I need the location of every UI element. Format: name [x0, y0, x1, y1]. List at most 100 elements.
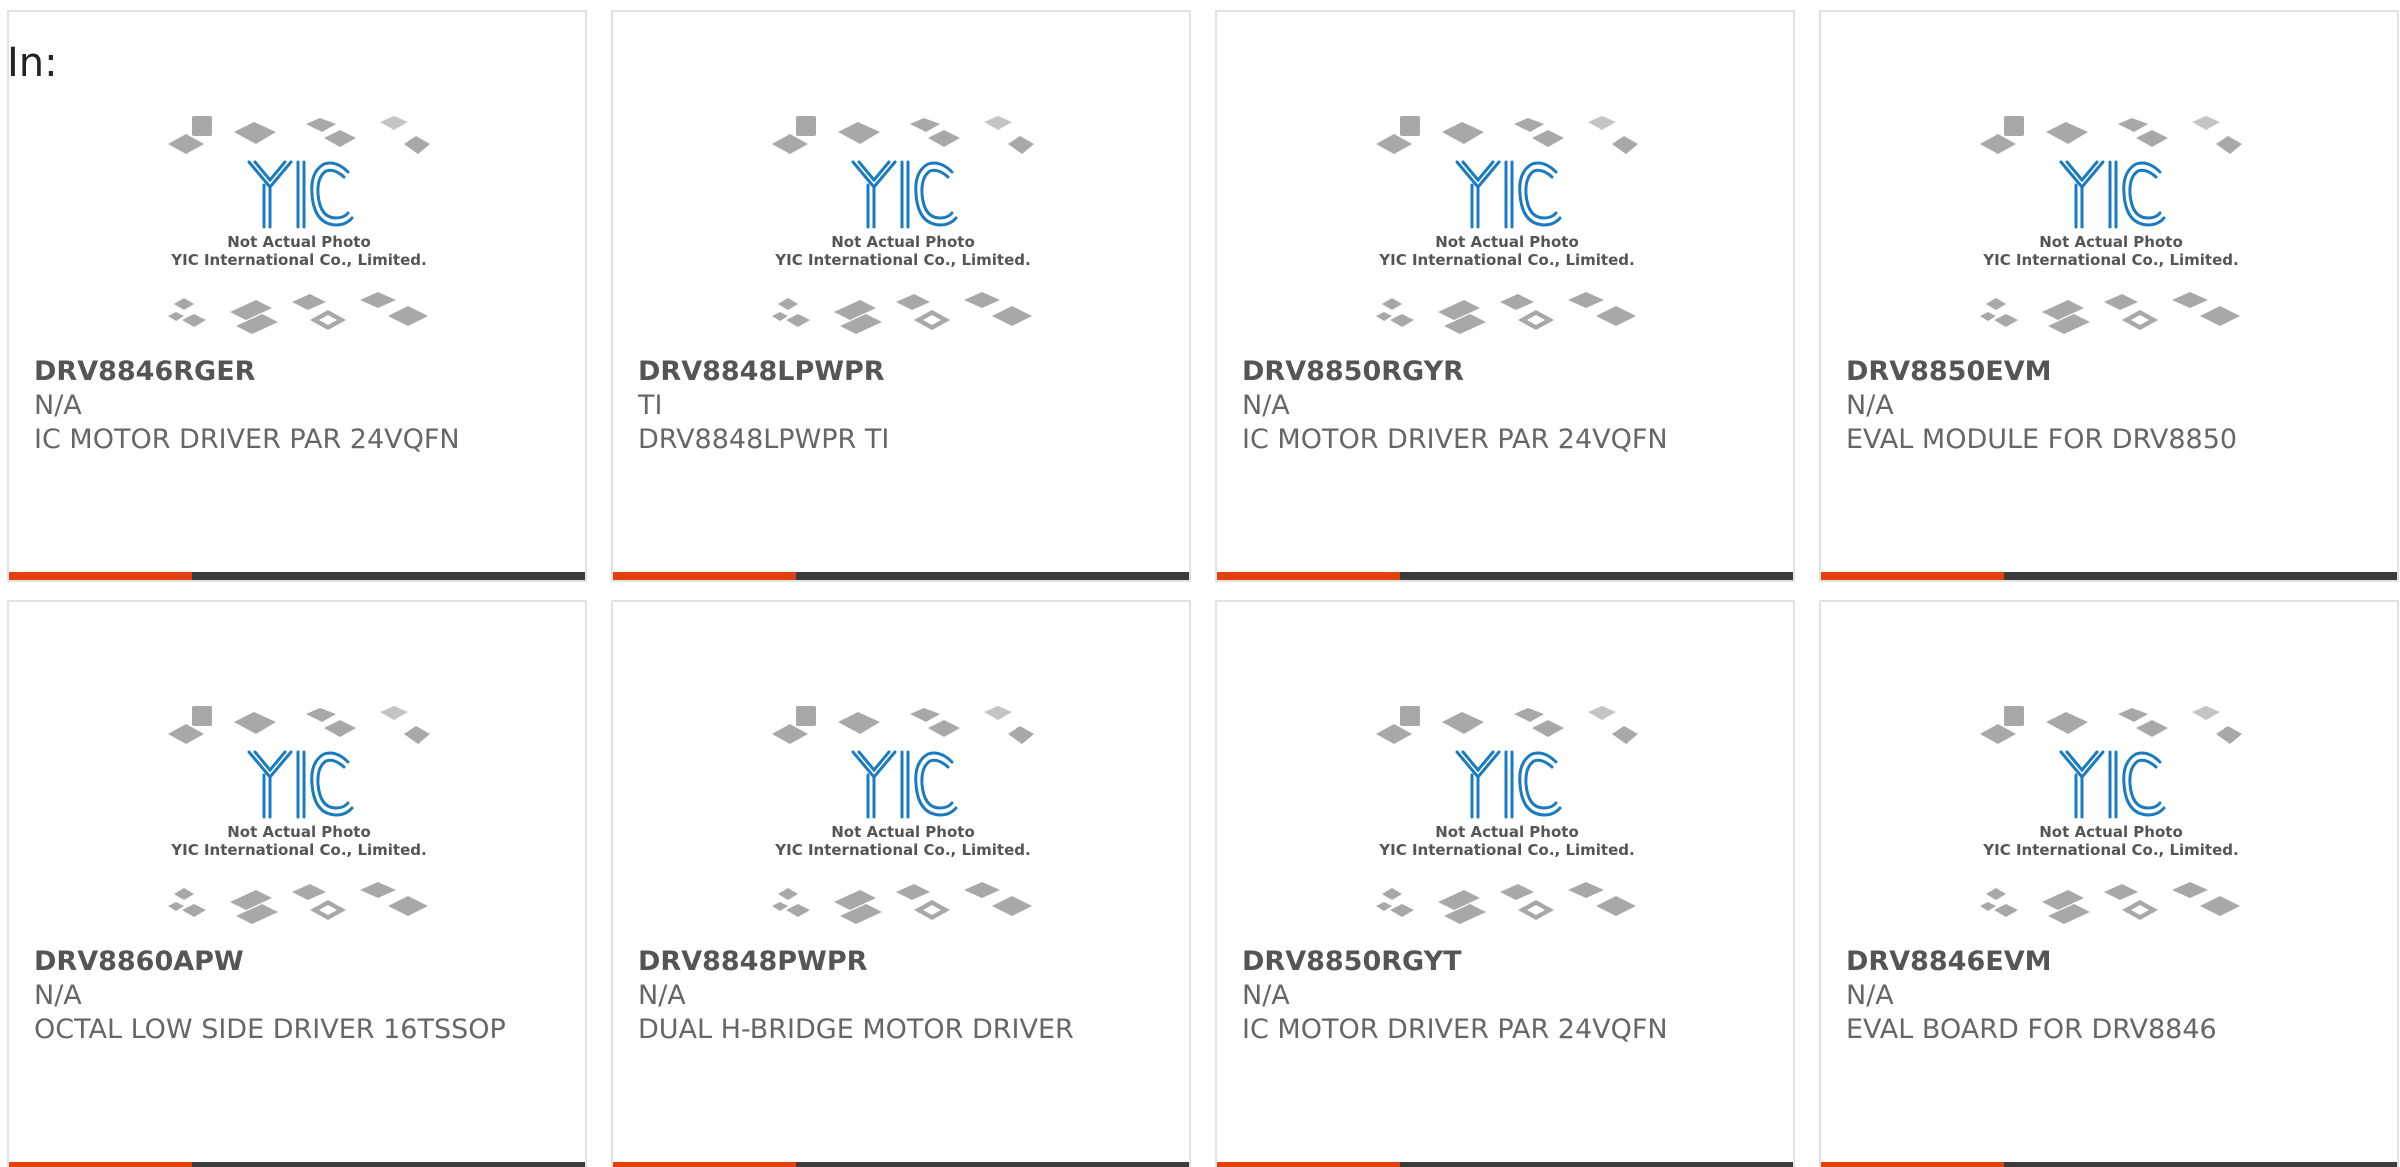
placeholder-line-1: Not Actual Photo — [831, 823, 975, 841]
product-description: IC MOTOR DRIVER PAR 24VQFN — [1242, 1014, 1668, 1045]
card-accent-bar — [9, 572, 192, 580]
product-info: DRV8850RGYR N/A IC MOTOR DRIVER PAR 24VQ… — [1242, 355, 1773, 457]
product-description: IC MOTOR DRIVER PAR 24VQFN — [34, 424, 460, 455]
chip-cluster-bottom — [168, 292, 428, 334]
product-grid-page: In: Not Actual Photo YIC International Co… — [0, 0, 2400, 1167]
yic-logo-icon — [247, 160, 354, 229]
product-description: EVAL MODULE FOR DRV8850 — [1846, 424, 2238, 455]
product-brand: N/A — [638, 980, 686, 1011]
product-brand: N/A — [34, 390, 82, 421]
placeholder-line-2: YIC International Co., Limited. — [170, 251, 426, 269]
product-info: DRV8848PWPR N/A DUAL H-BRIDGE MOTOR DRIV… — [638, 945, 1169, 1047]
product-card[interactable]: Not Actual Photo YIC International Co., L… — [7, 10, 587, 582]
chip-cluster-top — [1980, 706, 2242, 744]
product-name[interactable]: DRV8848LPWPR — [638, 355, 1169, 389]
card-bottom-bar — [9, 1162, 585, 1167]
placeholder-line-1: Not Actual Photo — [2039, 823, 2183, 841]
card-accent-bar — [9, 1162, 192, 1167]
product-description: OCTAL LOW SIDE DRIVER 16TSSOP — [34, 1014, 506, 1045]
chip-cluster-bottom — [1980, 292, 2240, 334]
yic-logo-icon — [2059, 160, 2166, 229]
product-description: DRV8848LPWPR TI — [638, 424, 890, 455]
card-accent-bar — [1821, 1162, 2004, 1167]
product-card[interactable]: Not Actual Photo YIC International Co., L… — [7, 600, 587, 1167]
placeholder-line-1: Not Actual Photo — [1435, 233, 1579, 251]
product-name[interactable]: DRV8850EVM — [1846, 355, 2377, 389]
product-placeholder-image[interactable]: Not Actual Photo YIC International Co., L… — [1372, 692, 1642, 937]
card-accent-bar — [1217, 572, 1400, 580]
product-brand: N/A — [1846, 390, 1894, 421]
filter-prefix-label: In: — [7, 40, 58, 86]
product-card[interactable]: Not Actual Photo YIC International Co., L… — [1215, 600, 1795, 1167]
chip-cluster-top — [168, 706, 430, 744]
placeholder-line-1: Not Actual Photo — [227, 823, 371, 841]
product-placeholder-image[interactable]: Not Actual Photo YIC International Co., L… — [768, 102, 1038, 347]
placeholder-line-1: Not Actual Photo — [1435, 823, 1579, 841]
product-description: DUAL H-BRIDGE MOTOR DRIVER — [638, 1014, 1074, 1045]
product-card[interactable]: Not Actual Photo YIC International Co., L… — [1215, 10, 1795, 582]
yic-logo-icon — [851, 750, 958, 819]
chip-cluster-bottom — [772, 882, 1032, 924]
card-accent-bar — [613, 572, 796, 580]
product-name[interactable]: DRV8860APW — [34, 945, 565, 979]
placeholder-line-1: Not Actual Photo — [2039, 233, 2183, 251]
product-placeholder-image[interactable]: Not Actual Photo YIC International Co., L… — [1976, 692, 2246, 937]
product-brand: N/A — [1242, 980, 1290, 1011]
product-brand: N/A — [1846, 980, 1894, 1011]
yic-logo-icon — [247, 750, 354, 819]
product-placeholder-image[interactable]: Not Actual Photo YIC International Co., L… — [768, 692, 1038, 937]
placeholder-line-2: YIC International Co., Limited. — [1982, 841, 2238, 859]
product-info: DRV8850RGYT N/A IC MOTOR DRIVER PAR 24VQ… — [1242, 945, 1773, 1047]
product-info: DRV8846EVM N/A EVAL BOARD FOR DRV8846 — [1846, 945, 2377, 1047]
card-accent-bar — [1217, 1162, 1400, 1167]
yic-logo-icon — [1455, 160, 1562, 229]
placeholder-line-1: Not Actual Photo — [227, 233, 371, 251]
product-description: IC MOTOR DRIVER PAR 24VQFN — [1242, 424, 1668, 455]
chip-cluster-bottom — [1376, 882, 1636, 924]
product-name[interactable]: DRV8850RGYT — [1242, 945, 1773, 979]
chip-cluster-bottom — [1980, 882, 2240, 924]
product-name[interactable]: DRV8850RGYR — [1242, 355, 1773, 389]
card-bottom-bar — [1821, 572, 2397, 580]
chip-cluster-bottom — [168, 882, 428, 924]
placeholder-line-2: YIC International Co., Limited. — [1982, 251, 2238, 269]
product-placeholder-image[interactable]: Not Actual Photo YIC International Co., L… — [164, 102, 434, 347]
product-card[interactable]: Not Actual Photo YIC International Co., L… — [611, 600, 1191, 1167]
product-info: DRV8846RGER N/A IC MOTOR DRIVER PAR 24VQ… — [34, 355, 565, 457]
card-bottom-bar — [613, 1162, 1189, 1167]
chip-cluster-top — [772, 116, 1034, 154]
yic-logo-icon — [851, 160, 958, 229]
product-brand: N/A — [34, 980, 82, 1011]
yic-logo-icon — [2059, 750, 2166, 819]
product-name[interactable]: DRV8846RGER — [34, 355, 565, 389]
card-bottom-bar — [613, 572, 1189, 580]
product-card[interactable]: Not Actual Photo YIC International Co., L… — [1819, 600, 2399, 1167]
product-card[interactable]: Not Actual Photo YIC International Co., L… — [1819, 10, 2399, 582]
product-placeholder-image[interactable]: Not Actual Photo YIC International Co., L… — [1976, 102, 2246, 347]
product-info: DRV8848LPWPR TI DRV8848LPWPR TI — [638, 355, 1169, 457]
chip-cluster-bottom — [1376, 292, 1636, 334]
card-bottom-bar — [1217, 1162, 1793, 1167]
product-card[interactable]: Not Actual Photo YIC International Co., L… — [611, 10, 1191, 582]
chip-cluster-top — [168, 116, 430, 154]
card-accent-bar — [613, 1162, 796, 1167]
product-brand: TI — [638, 390, 663, 421]
product-name[interactable]: DRV8846EVM — [1846, 945, 2377, 979]
card-bottom-bar — [1821, 1162, 2397, 1167]
product-brand: N/A — [1242, 390, 1290, 421]
card-bottom-bar — [9, 572, 585, 580]
chip-cluster-top — [1376, 706, 1638, 744]
product-description: EVAL BOARD FOR DRV8846 — [1846, 1014, 2217, 1045]
chip-cluster-bottom — [772, 292, 1032, 334]
placeholder-line-2: YIC International Co., Limited. — [170, 841, 426, 859]
chip-cluster-top — [1376, 116, 1638, 154]
product-name[interactable]: DRV8848PWPR — [638, 945, 1169, 979]
placeholder-line-2: YIC International Co., Limited. — [774, 251, 1030, 269]
card-accent-bar — [1821, 572, 2004, 580]
product-placeholder-image[interactable]: Not Actual Photo YIC International Co., L… — [164, 692, 434, 937]
product-placeholder-image[interactable]: Not Actual Photo YIC International Co., L… — [1372, 102, 1642, 347]
product-grid: Not Actual Photo YIC International Co., L… — [7, 10, 2399, 1167]
placeholder-line-1: Not Actual Photo — [831, 233, 975, 251]
product-info: DRV8860APW N/A OCTAL LOW SIDE DRIVER 16T… — [34, 945, 565, 1047]
yic-logo-icon — [1455, 750, 1562, 819]
